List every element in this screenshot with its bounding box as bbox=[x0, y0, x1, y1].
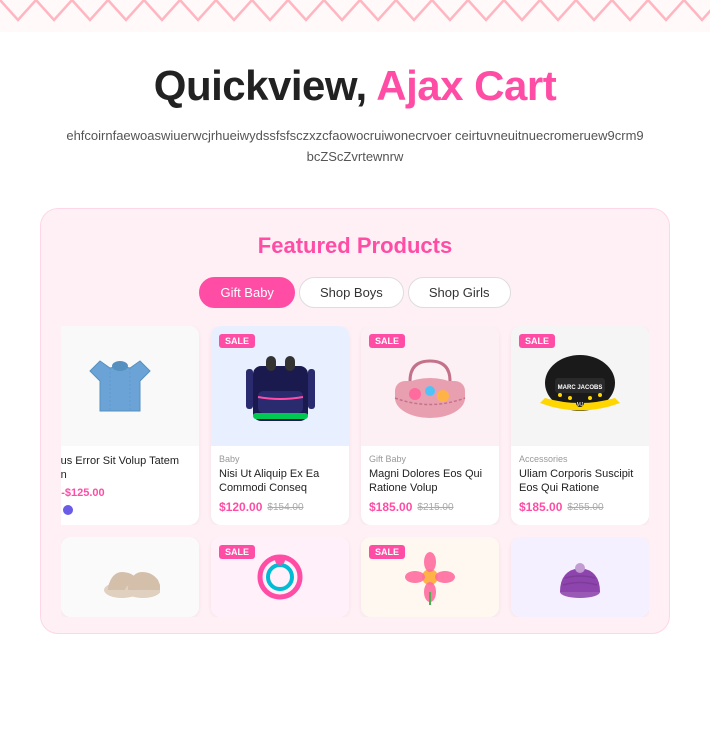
price-range-sweater: $0-$125.00 bbox=[61, 487, 105, 499]
zigzag-svg bbox=[0, 0, 710, 32]
beanie-icon bbox=[553, 550, 608, 605]
title-black: Quickview, bbox=[154, 62, 377, 109]
price-original-backpack: $154.00 bbox=[267, 502, 303, 513]
title-pink: Ajax Cart bbox=[376, 62, 556, 109]
color-dot-purple bbox=[63, 505, 73, 515]
sale-badge-flower: SALE bbox=[369, 545, 405, 559]
product-name-backpack: Nisi Ut Aliquip Ex Ea Commodi Conseq bbox=[219, 467, 341, 496]
price-original-bag: $215.00 bbox=[417, 502, 453, 513]
product-card-flower: SALE bbox=[361, 537, 499, 617]
main-card: Featured Products Gift Baby Shop Boys Sh… bbox=[40, 208, 670, 635]
product-name-cap: Uliam Corporis Suscipit Eos Qui Ratione bbox=[519, 467, 641, 496]
product-image-shoes bbox=[61, 537, 199, 617]
product-price-bag: $185.00 $215.00 bbox=[369, 500, 491, 514]
products-grid-row2: SALE SALE bbox=[61, 537, 649, 617]
featured-title-black: Featured bbox=[258, 233, 351, 258]
sale-badge-cap: SALE bbox=[519, 334, 555, 348]
featured-title-pink: Products bbox=[357, 233, 452, 258]
product-card-shoes bbox=[61, 537, 199, 617]
cap-icon: MARC JACOBS MJ bbox=[535, 343, 625, 428]
tab-shop-boys[interactable]: Shop Boys bbox=[299, 277, 404, 308]
product-card-rings: SALE bbox=[211, 537, 349, 617]
product-category-bag: Gift Baby bbox=[369, 454, 491, 464]
price-current-backpack: $120.00 bbox=[219, 500, 262, 514]
product-info-cap: Accessories Uliam Corporis Suscipit Eos … bbox=[511, 446, 649, 525]
backpack-icon bbox=[238, 341, 323, 431]
header-section: Quickview, Ajax Cart ehfcoirnfaewoaswiue… bbox=[0, 32, 710, 188]
product-image-sweater bbox=[61, 326, 199, 446]
product-card-beanie bbox=[511, 537, 649, 617]
sweater-icon bbox=[80, 346, 160, 426]
svg-text:MJ: MJ bbox=[577, 402, 584, 408]
price-original-cap: $255.00 bbox=[567, 502, 603, 513]
tabs-row: Gift Baby Shop Boys Shop Girls bbox=[61, 277, 649, 308]
flower-icon bbox=[403, 550, 458, 605]
tab-shop-girls[interactable]: Shop Girls bbox=[408, 277, 511, 308]
header-description: ehfcoirnfaewoaswiuerwcjrhueiwydssfsfsczx… bbox=[65, 126, 645, 168]
sale-badge-rings: SALE bbox=[219, 545, 255, 559]
sale-badge-backpack: SALE bbox=[219, 334, 255, 348]
zigzag-banner bbox=[0, 0, 710, 32]
product-category-backpack: Baby bbox=[219, 454, 341, 464]
product-card-backpack: SALE bbox=[211, 326, 349, 526]
page-title: Quickview, Ajax Cart bbox=[20, 62, 690, 110]
product-info-sweater: latus Error Sit Volup Tatem san $0-$125.… bbox=[61, 446, 199, 526]
product-card-sweater: latus Error Sit Volup Tatem san $0-$125.… bbox=[61, 326, 199, 526]
sale-badge-bag: SALE bbox=[369, 334, 405, 348]
products-grid-row1: latus Error Sit Volup Tatem san $0-$125.… bbox=[61, 326, 649, 526]
product-price-sweater: $0-$125.00 bbox=[61, 487, 191, 499]
product-category-cap: Accessories bbox=[519, 454, 641, 464]
product-image-beanie bbox=[511, 537, 649, 617]
price-current-cap: $185.00 bbox=[519, 500, 562, 514]
tab-gift-baby[interactable]: Gift Baby bbox=[199, 277, 294, 308]
color-dots-sweater bbox=[61, 505, 191, 515]
product-info-bag: Gift Baby Magni Dolores Eos Qui Ratione … bbox=[361, 446, 499, 525]
product-price-cap: $185.00 $255.00 bbox=[519, 500, 641, 514]
product-name-bag: Magni Dolores Eos Qui Ratione Volup bbox=[369, 467, 491, 496]
product-card-cap: SALE MARC JACOBS MJ bbox=[511, 326, 649, 526]
featured-title: Featured Products bbox=[61, 233, 649, 259]
product-price-backpack: $120.00 $154.00 bbox=[219, 500, 341, 514]
price-current-bag: $185.00 bbox=[369, 500, 412, 514]
product-info-backpack: Baby Nisi Ut Aliquip Ex Ea Commodi Conse… bbox=[211, 446, 349, 525]
shoes-icon bbox=[100, 552, 160, 602]
bag-icon bbox=[385, 346, 475, 426]
rings-icon bbox=[253, 550, 308, 605]
svg-text:MARC JACOBS: MARC JACOBS bbox=[558, 385, 603, 391]
product-card-bag: SALE Gift Baby Magni Dol bbox=[361, 326, 499, 526]
product-name-sweater: latus Error Sit Volup Tatem san bbox=[61, 454, 191, 483]
